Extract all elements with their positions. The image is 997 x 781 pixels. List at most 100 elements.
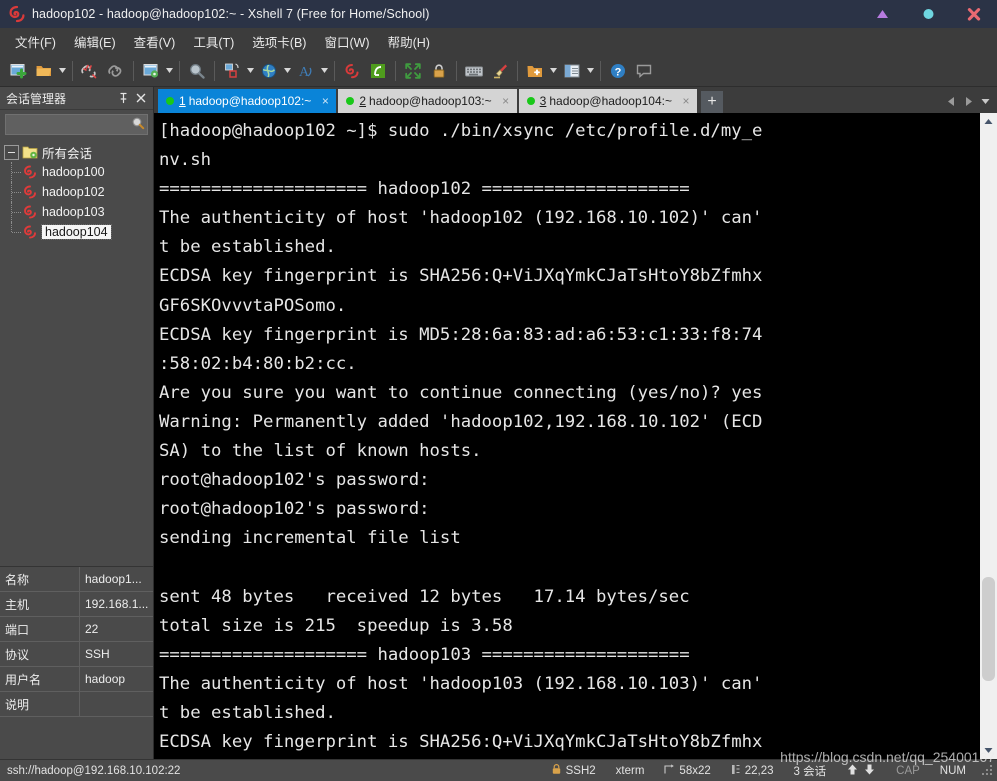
- add-to-folder-caret-icon[interactable]: [548, 58, 559, 84]
- scroll-up-icon[interactable]: [980, 113, 997, 130]
- lock-icon: [551, 763, 562, 778]
- layout-icon[interactable]: [219, 58, 245, 84]
- tree-root-all-sessions[interactable]: 所有会话: [0, 142, 153, 162]
- tab-hadoop102[interactable]: 1 hadoop@hadoop102:~ ×: [158, 89, 337, 113]
- menu-view[interactable]: 查看(V): [125, 28, 185, 55]
- globe-encoding-caret-icon[interactable]: [282, 58, 293, 84]
- status-bar: ssh://hadoop@192.168.10.102:22 SSH2 xter…: [0, 749, 997, 781]
- tab-label: hadoop@hadoop102:~: [188, 94, 312, 108]
- maximize-button[interactable]: [905, 0, 951, 28]
- property-value[interactable]: hadoop1...: [80, 567, 153, 591]
- tab-nav-controls: [943, 89, 997, 113]
- help-icon[interactable]: ?: [605, 58, 631, 84]
- property-value[interactable]: 22: [80, 617, 153, 641]
- font-caret-icon[interactable]: [319, 58, 330, 84]
- property-key: 端口: [0, 617, 80, 641]
- xshell-icon[interactable]: [339, 58, 365, 84]
- session-item-hadoop103[interactable]: hadoop103: [0, 202, 153, 222]
- add-to-folder-icon[interactable]: [522, 58, 548, 84]
- property-value[interactable]: 192.168.1...: [80, 592, 153, 616]
- close-button[interactable]: [951, 0, 997, 28]
- connected-status-icon: [166, 97, 174, 105]
- terminal-scrollbar[interactable]: [980, 113, 997, 759]
- tab-list-icon[interactable]: [977, 90, 994, 112]
- terminal-area: 1 hadoop@hadoop102:~ × 2 hadoop@hadoop10…: [154, 87, 997, 759]
- globe-encoding-icon[interactable]: [256, 58, 282, 84]
- split-view-caret-icon[interactable]: [585, 58, 596, 84]
- terminal-line: sent 48 bytes received 12 bytes 17.14 by…: [159, 586, 690, 607]
- xftp-icon[interactable]: [365, 58, 391, 84]
- xshell-window: hadoop102 - hadoop@hadoop102:~ - Xshell …: [0, 0, 997, 781]
- font-icon[interactable]: A: [293, 58, 319, 84]
- scrollbar-track[interactable]: [980, 130, 997, 742]
- session-item-hadoop100[interactable]: hadoop100: [0, 162, 153, 182]
- tab-close-icon[interactable]: ×: [679, 94, 693, 108]
- cursor-icon: [731, 764, 741, 778]
- new-session-icon[interactable]: [5, 58, 31, 84]
- terminal-line: ==================== hadoop103 =========…: [159, 644, 690, 665]
- menu-edit[interactable]: 编辑(E): [65, 28, 125, 55]
- open-folder-icon[interactable]: [31, 58, 57, 84]
- terminal-line: Are you sure you want to continue connec…: [159, 382, 763, 403]
- terminal-line: t be established.: [159, 237, 336, 258]
- property-value[interactable]: [80, 692, 153, 716]
- session-properties-icon[interactable]: [138, 58, 164, 84]
- fullscreen-icon[interactable]: [400, 58, 426, 84]
- close-icon[interactable]: [133, 90, 149, 106]
- terminal-output[interactable]: [hadoop@hadoop102 ~]$ sudo ./bin/xsync /…: [154, 113, 980, 759]
- property-row-description: 说明: [0, 692, 153, 717]
- menu-tools[interactable]: 工具(T): [184, 28, 243, 55]
- session-icon: [22, 204, 38, 220]
- svg-text:?: ?: [615, 66, 622, 78]
- session-item-hadoop102[interactable]: hadoop102: [0, 182, 153, 202]
- chat-icon[interactable]: [631, 58, 657, 84]
- lock-icon[interactable]: [426, 58, 452, 84]
- split-view-icon[interactable]: [559, 58, 585, 84]
- keyboard-icon[interactable]: [461, 58, 487, 84]
- tab-number: 3: [539, 94, 547, 108]
- find-icon[interactable]: [184, 58, 210, 84]
- terminal-line: ECDSA key fingerprint is MD5:28:6a:83:ad…: [159, 324, 763, 345]
- property-value[interactable]: hadoop: [80, 667, 153, 691]
- disconnect-icon[interactable]: [77, 58, 103, 84]
- search-input[interactable]: [10, 117, 131, 132]
- toolbar: A ?: [0, 55, 997, 87]
- menu-help[interactable]: 帮助(H): [379, 28, 439, 55]
- menu-file[interactable]: 文件(F): [6, 28, 65, 55]
- search-icon[interactable]: [131, 116, 145, 133]
- session-search-box[interactable]: [5, 114, 148, 135]
- menu-tabs[interactable]: 选项卡(B): [243, 28, 315, 55]
- session-properties-caret-icon[interactable]: [164, 58, 175, 84]
- scroll-down-icon[interactable]: [980, 742, 997, 759]
- scrollbar-thumb[interactable]: [982, 576, 995, 681]
- tab-prev-icon[interactable]: [943, 90, 960, 112]
- status-cursor: 22,23: [721, 764, 784, 778]
- menu-window[interactable]: 窗口(W): [315, 28, 378, 55]
- toolbar-separator: [600, 60, 601, 81]
- open-folder-caret-icon[interactable]: [57, 58, 68, 84]
- tab-close-icon[interactable]: ×: [499, 94, 513, 108]
- resize-grip-icon[interactable]: [982, 764, 994, 777]
- transfer-down-icon: [863, 763, 876, 779]
- tab-next-icon[interactable]: [960, 90, 977, 112]
- reconnect-icon[interactable]: [103, 58, 129, 84]
- highlight-icon[interactable]: [487, 58, 513, 84]
- status-connection-text: ssh://hadoop@192.168.10.102:22: [7, 764, 181, 777]
- tab-hadoop103[interactable]: 2 hadoop@hadoop103:~ ×: [338, 89, 517, 113]
- session-item-hadoop104[interactable]: hadoop104: [0, 222, 153, 242]
- status-protocol: SSH2: [541, 763, 606, 778]
- connected-status-icon: [346, 97, 355, 105]
- tab-close-icon[interactable]: ×: [318, 94, 332, 108]
- tab-hadoop104[interactable]: 3 hadoop@hadoop104:~ ×: [518, 89, 697, 113]
- layout-caret-icon[interactable]: [245, 58, 256, 84]
- terminal-line: The authenticity of host 'hadoop102 (192…: [159, 208, 763, 229]
- minimize-button[interactable]: [859, 0, 905, 28]
- pin-icon[interactable]: [115, 90, 131, 106]
- status-sessions: 3 会话: [784, 763, 837, 779]
- status-protocol-text: SSH2: [565, 764, 596, 777]
- new-tab-button[interactable]: +: [700, 91, 723, 113]
- collapse-icon[interactable]: [4, 144, 19, 160]
- window-title: hadoop102 - hadoop@hadoop102:~ - Xshell …: [32, 7, 430, 21]
- property-value[interactable]: SSH: [80, 642, 153, 666]
- tab-number: 1: [179, 94, 186, 108]
